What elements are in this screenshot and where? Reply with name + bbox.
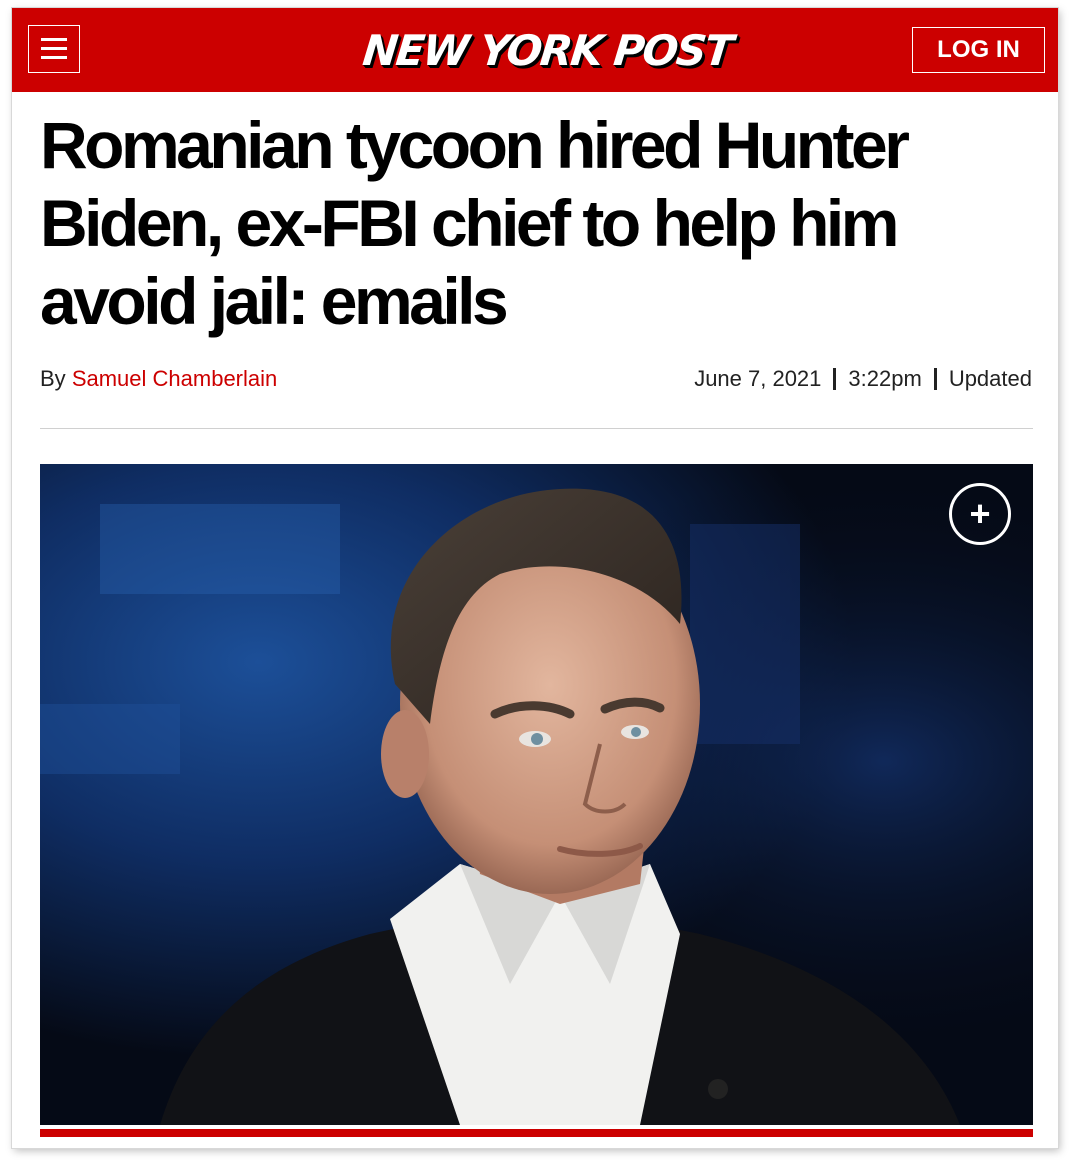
divider [833, 368, 837, 390]
expand-photo-button[interactable]: + [949, 483, 1011, 545]
hamburger-menu-icon [41, 38, 67, 41]
site-logo[interactable]: NEW YORK POST [357, 18, 737, 82]
hamburger-menu-icon [41, 47, 67, 50]
plus-circle-icon: + [969, 493, 991, 534]
updated-label: Updated [948, 366, 1032, 391]
divider [40, 428, 1033, 429]
byline: By Samuel Chamberlain [40, 366, 277, 392]
dateline: June 7, 2021 3:22pm Updated [694, 366, 1032, 392]
article-photo[interactable]: + [40, 464, 1033, 1125]
byline-prefix: By [40, 366, 66, 391]
login-button[interactable]: LOG IN [912, 27, 1045, 73]
author-link[interactable]: Samuel Chamberlain [72, 366, 277, 391]
divider [933, 368, 937, 390]
publish-time: 3:22pm [848, 366, 922, 391]
article-headline: Romanian tycoon hired Hunter Biden, ex-F… [40, 108, 910, 338]
publish-date: June 7, 2021 [694, 366, 822, 391]
site-logo-text: NEW YORK POST [360, 25, 734, 75]
menu-button[interactable] [28, 25, 80, 73]
hamburger-menu-icon [41, 56, 67, 59]
photo-accent-bar [40, 1129, 1033, 1137]
photo-illustration [40, 464, 1033, 1125]
site-header: NEW YORK POST LOG IN [12, 8, 1058, 92]
